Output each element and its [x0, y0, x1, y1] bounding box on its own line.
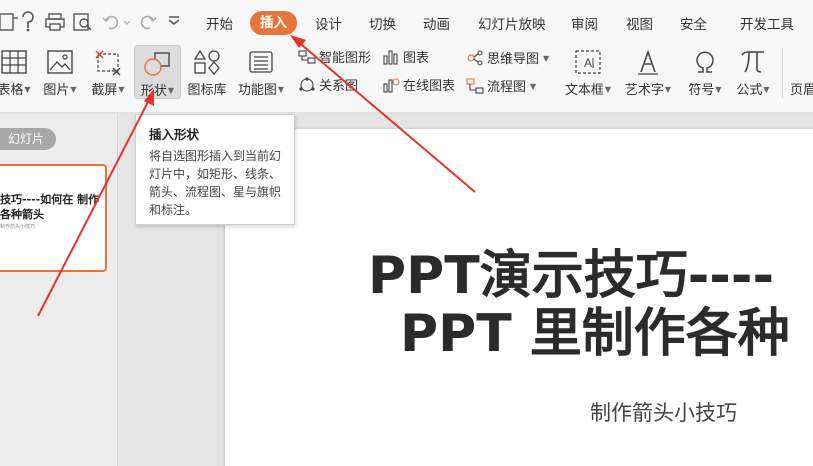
- share-icon[interactable]: [18, 11, 40, 33]
- function-chart-button[interactable]: 功能图▼: [236, 44, 286, 100]
- flow-chart-label: 流程图: [487, 80, 527, 95]
- ribbon-insert: 表格▼ 图片▼ 截屏▼ 形状▼ 图标库 功能图▼ 智能图形 关系图 图表 在线图…: [0, 44, 813, 114]
- tab-transitions[interactable]: 切换: [369, 13, 396, 33]
- tab-design[interactable]: 设计: [315, 13, 342, 33]
- pi-icon: [738, 48, 768, 76]
- omega-icon: [690, 48, 720, 76]
- customize-quick-access-icon[interactable]: [163, 11, 185, 33]
- tab-insert[interactable]: 插入: [250, 11, 297, 35]
- wordart-icon: [633, 48, 663, 76]
- slide-thumbnail[interactable]: 技巧----如何在 制作各种箭头 制作箭头小技巧: [0, 164, 107, 272]
- chart-icon: [382, 49, 400, 65]
- textbox-icon: A: [573, 48, 603, 76]
- undo-icon[interactable]: [101, 11, 123, 33]
- tab-security[interactable]: 安全: [680, 13, 707, 33]
- chart-button[interactable]: 图表: [382, 49, 429, 69]
- redo-icon[interactable]: [136, 11, 158, 33]
- function-chart-label: 功能图: [237, 83, 277, 98]
- wordart-label: 艺术字: [624, 83, 664, 98]
- online-chart-button[interactable]: 在线图表: [382, 77, 455, 97]
- slide[interactable]: PPT演示技巧---- PPT 里制作各种 制作箭头小技巧: [225, 129, 813, 466]
- tooltip-title: 插入形状: [149, 127, 200, 142]
- online-chart-icon: [382, 77, 400, 93]
- svg-text:A: A: [584, 56, 592, 70]
- print-icon[interactable]: [44, 11, 66, 33]
- undo-dropdown-icon[interactable]: [122, 11, 132, 33]
- menu-bar: 开始 插入 设计 切换 动画 幻灯片放映 审阅 视图 安全 开发工具: [0, 0, 813, 44]
- tooltip-body: 将自选图形插入到当前幻灯片中，如矩形、线条、箭头、流程图、星与旗帜和标注。: [149, 149, 282, 217]
- tab-view[interactable]: 视图: [626, 13, 653, 33]
- formula-label: 公式: [736, 83, 763, 98]
- slide-title-line-1: PPT演示技巧----: [368, 246, 775, 306]
- mind-map-icon: [466, 50, 484, 66]
- slide-thumbnail-panel: 幻灯片 技巧----如何在 制作各种箭头 制作箭头小技巧: [0, 114, 118, 466]
- shapes-icon: [143, 50, 173, 78]
- table-label: 表格: [0, 83, 24, 98]
- tab-review[interactable]: 审阅: [571, 13, 598, 33]
- thumbnail-subtitle: 制作箭头小技巧: [0, 224, 36, 230]
- smart-art-icon: [298, 49, 316, 65]
- screenshot-button[interactable]: 截屏▼: [87, 44, 129, 100]
- screenshot-icon: [93, 48, 123, 76]
- mind-map-button[interactable]: 思维导图 ▼: [466, 49, 549, 69]
- flow-chart-icon: [466, 78, 484, 94]
- symbol-button[interactable]: 符号▼: [684, 44, 726, 100]
- relation-chart-label: 关系图: [319, 79, 359, 94]
- picture-icon: [45, 48, 75, 76]
- wordart-button[interactable]: 艺术字▼: [622, 44, 674, 100]
- slides-panel-label[interactable]: 幻灯片: [0, 128, 56, 150]
- shapes-button[interactable]: 形状▼: [134, 45, 181, 99]
- textbox-label: 文本框: [564, 83, 604, 98]
- tab-developer[interactable]: 开发工具: [740, 13, 794, 33]
- chart-label: 图表: [403, 51, 430, 66]
- picture-label: 图片: [43, 83, 70, 98]
- tab-slideshow[interactable]: 幻灯片放映: [478, 13, 546, 33]
- flow-chart-button[interactable]: 流程图 ▼: [466, 77, 536, 97]
- online-chart-label: 在线图表: [403, 79, 456, 94]
- slide-subtitle[interactable]: 制作箭头小技巧: [590, 397, 737, 427]
- picture-button[interactable]: 图片▼: [40, 44, 80, 100]
- icon-library-icon: [192, 48, 222, 76]
- smart-art-label: 智能图形: [319, 51, 372, 66]
- table-icon: [0, 48, 29, 76]
- tab-home[interactable]: 开始: [206, 13, 233, 33]
- relation-chart-icon: [298, 77, 316, 93]
- shapes-tooltip: 插入形状 将自选图形插入到当前幻灯片中，如矩形、线条、箭头、流程图、星与旗帜和标…: [135, 114, 295, 225]
- smart-art-button[interactable]: 智能图形: [298, 49, 371, 69]
- relation-chart-button[interactable]: 关系图: [298, 77, 358, 97]
- formula-button[interactable]: 公式▼: [733, 44, 773, 100]
- icon-library-button[interactable]: 图标库: [184, 44, 230, 100]
- symbol-label: 符号: [688, 83, 715, 98]
- function-chart-icon: [246, 48, 276, 76]
- header-footer-button[interactable]: 页眉: [790, 44, 813, 100]
- screenshot-label: 截屏: [91, 83, 118, 98]
- icon-library-label: 图标库: [187, 83, 227, 98]
- textbox-button[interactable]: A 文本框▼: [562, 44, 614, 100]
- table-button[interactable]: 表格▼: [0, 44, 34, 100]
- tab-animations[interactable]: 动画: [423, 13, 450, 33]
- mind-map-label: 思维导图: [487, 52, 540, 67]
- print-preview-icon[interactable]: [72, 11, 94, 33]
- thumbnail-title: 技巧----如何在 制作各种箭头: [0, 193, 100, 221]
- slide-title[interactable]: PPT演示技巧---- PPT 里制作各种: [225, 247, 813, 363]
- header-footer-label: 页眉: [790, 83, 813, 98]
- shapes-label: 形状: [140, 84, 167, 99]
- slide-title-line-2: PPT 里制作各种: [400, 304, 790, 364]
- ribbon-divider: [782, 48, 783, 98]
